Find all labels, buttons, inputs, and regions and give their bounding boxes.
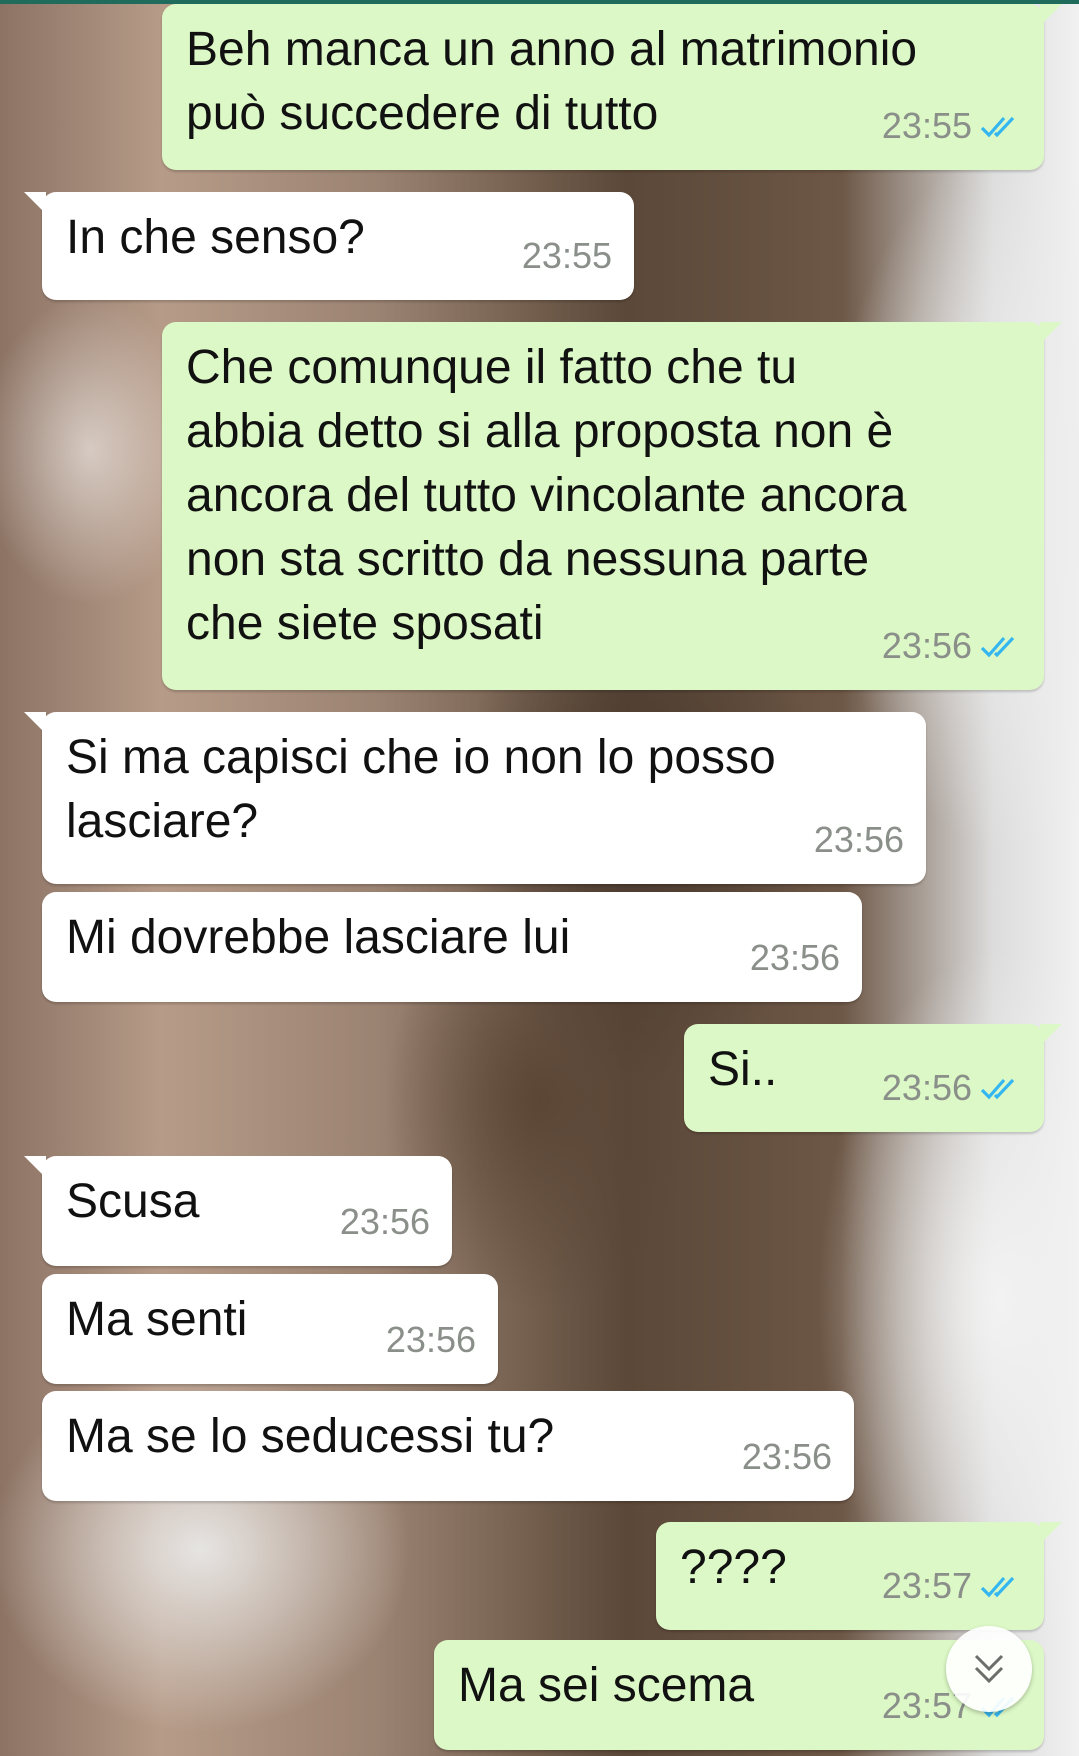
message-bubble-outgoing[interactable]: Beh manca un anno al matrimonio può succ… (162, 4, 1062, 170)
message-time: 23:56 (881, 625, 972, 666)
message-bubble-incoming[interactable]: Si ma capisci che io non lo posso lascia… (24, 712, 926, 884)
message-meta: 23:56 (882, 1056, 1022, 1120)
message-text: Che comunque il fatto che tu abbia detto… (186, 341, 907, 650)
message-bubble-incoming[interactable]: Ma se lo seducessi tu? 23:56 (42, 1391, 854, 1501)
message-text: Ma se lo seducessi tu? (66, 1410, 555, 1463)
message-meta: 23:56 (814, 808, 904, 872)
chat-message-list[interactable]: Beh manca un anno al matrimonio può succ… (0, 0, 1079, 1756)
message-bubble-outgoing[interactable]: ???? 23:57 (656, 1522, 1062, 1630)
message-meta: 23:56 (742, 1425, 832, 1489)
message-text: Si ma capisci che io non lo posso lascia… (66, 731, 776, 848)
message-meta: 23:55 (522, 224, 612, 288)
scroll-to-bottom-button[interactable] (946, 1626, 1032, 1712)
message-bubble-outgoing[interactable]: Che comunque il fatto che tu abbia detto… (162, 322, 1062, 690)
message-meta: 23:56 (386, 1308, 476, 1372)
message-text: Mi dovrebbe lasciare lui (66, 911, 571, 964)
message-meta: 23:57 (882, 1554, 1022, 1618)
message-meta: 23:56 (340, 1190, 430, 1254)
message-bubble-incoming[interactable]: Ma senti 23:56 (42, 1274, 498, 1384)
double-check-icon (980, 116, 1015, 138)
double-check-icon (980, 636, 1015, 658)
message-meta: 23:56 (882, 614, 1022, 678)
message-meta: 23:56 (750, 926, 840, 990)
message-time: 23:57 (881, 1565, 972, 1606)
message-bubble-incoming[interactable]: In che senso? 23:55 (24, 192, 634, 300)
message-bubble-outgoing[interactable]: Si.. 23:56 (684, 1024, 1062, 1132)
message-time: 23:56 (749, 937, 840, 978)
double-check-icon (980, 1576, 1015, 1598)
message-time: 23:55 (521, 235, 612, 276)
message-time: 23:56 (813, 819, 904, 860)
message-meta: 23:55 (882, 94, 1022, 158)
chevron-down-double-icon (974, 1654, 1004, 1684)
message-time: 23:56 (385, 1319, 476, 1360)
message-bubble-incoming[interactable]: Scusa 23:56 (24, 1156, 452, 1266)
message-time: 23:56 (881, 1067, 972, 1108)
message-bubble-incoming[interactable]: Mi dovrebbe lasciare lui 23:56 (42, 892, 862, 1002)
message-time: 23:55 (881, 105, 972, 146)
message-time: 23:56 (339, 1201, 430, 1242)
message-time: 23:56 (741, 1436, 832, 1477)
double-check-icon (980, 1078, 1015, 1100)
